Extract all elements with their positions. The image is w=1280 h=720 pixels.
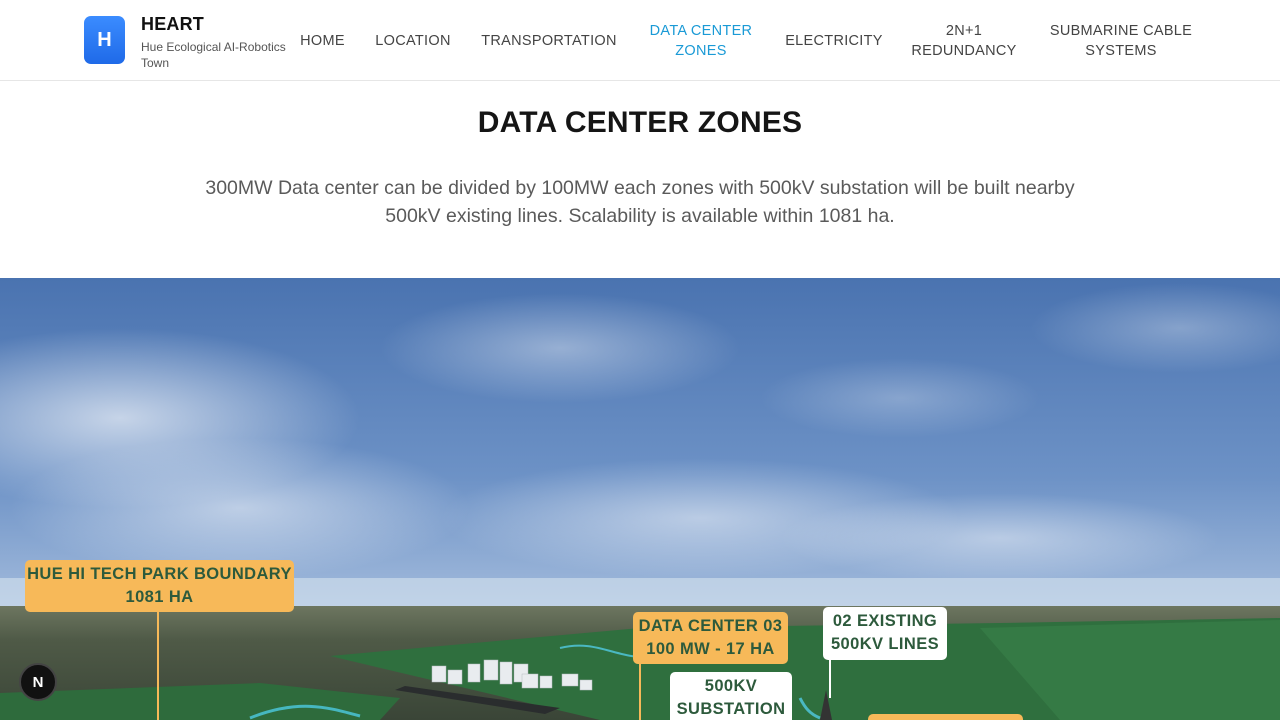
brand-title: HEART (141, 14, 204, 34)
nextjs-badge-button[interactable]: N (19, 663, 57, 701)
boundary-label-pole (157, 612, 159, 720)
brand[interactable]: H HEART Hue Ecological AI-Robotics Town (84, 14, 301, 71)
nav-submarine-cable-systems[interactable]: SUBMARINE CABLE SYSTEMS (1046, 0, 1196, 81)
nav-electricity[interactable]: ELECTRICITY (782, 0, 886, 81)
nav-home[interactable]: HOME (296, 0, 349, 81)
nav-2n1-redundancy[interactable]: 2N+1 REDUNDANCY (904, 0, 1024, 81)
label-hue-hi-tech-park-boundary: HUE HI TECH PARK BOUNDARY 1081 HA (25, 560, 294, 612)
aerial-scene-image: HUE HI TECH PARK BOUNDARY 1081 HA DATA C… (0, 278, 1280, 720)
brand-text: HEART Hue Ecological AI-Robotics Town (141, 14, 301, 71)
lines-label-pole (829, 660, 831, 698)
page-title: DATA CENTER ZONES (477, 106, 803, 139)
section-description: 300MW Data center can be divided by 100M… (205, 177, 1075, 227)
dc03-label-pole (639, 664, 641, 720)
label-data-center-03: DATA CENTER 03 100 MW - 17 HA (633, 612, 788, 664)
nav-transportation[interactable]: TRANSPORTATION (478, 0, 620, 81)
label-partial-orange (868, 714, 1023, 720)
label-existing-500kv-lines: 02 EXISTING 500KV LINES (823, 607, 947, 660)
nav-location[interactable]: LOCATION (372, 0, 454, 81)
top-navigation-bar: H HEART Hue Ecological AI-Robotics Town … (0, 0, 1280, 81)
label-500kv-substation: 500KV SUBSTATION (670, 672, 792, 720)
logo-icon: H (84, 16, 125, 64)
nav-data-center-zones[interactable]: DATA CENTER ZONES (640, 0, 762, 81)
brand-subtitle: Hue Ecological AI-Robotics Town (141, 40, 286, 70)
